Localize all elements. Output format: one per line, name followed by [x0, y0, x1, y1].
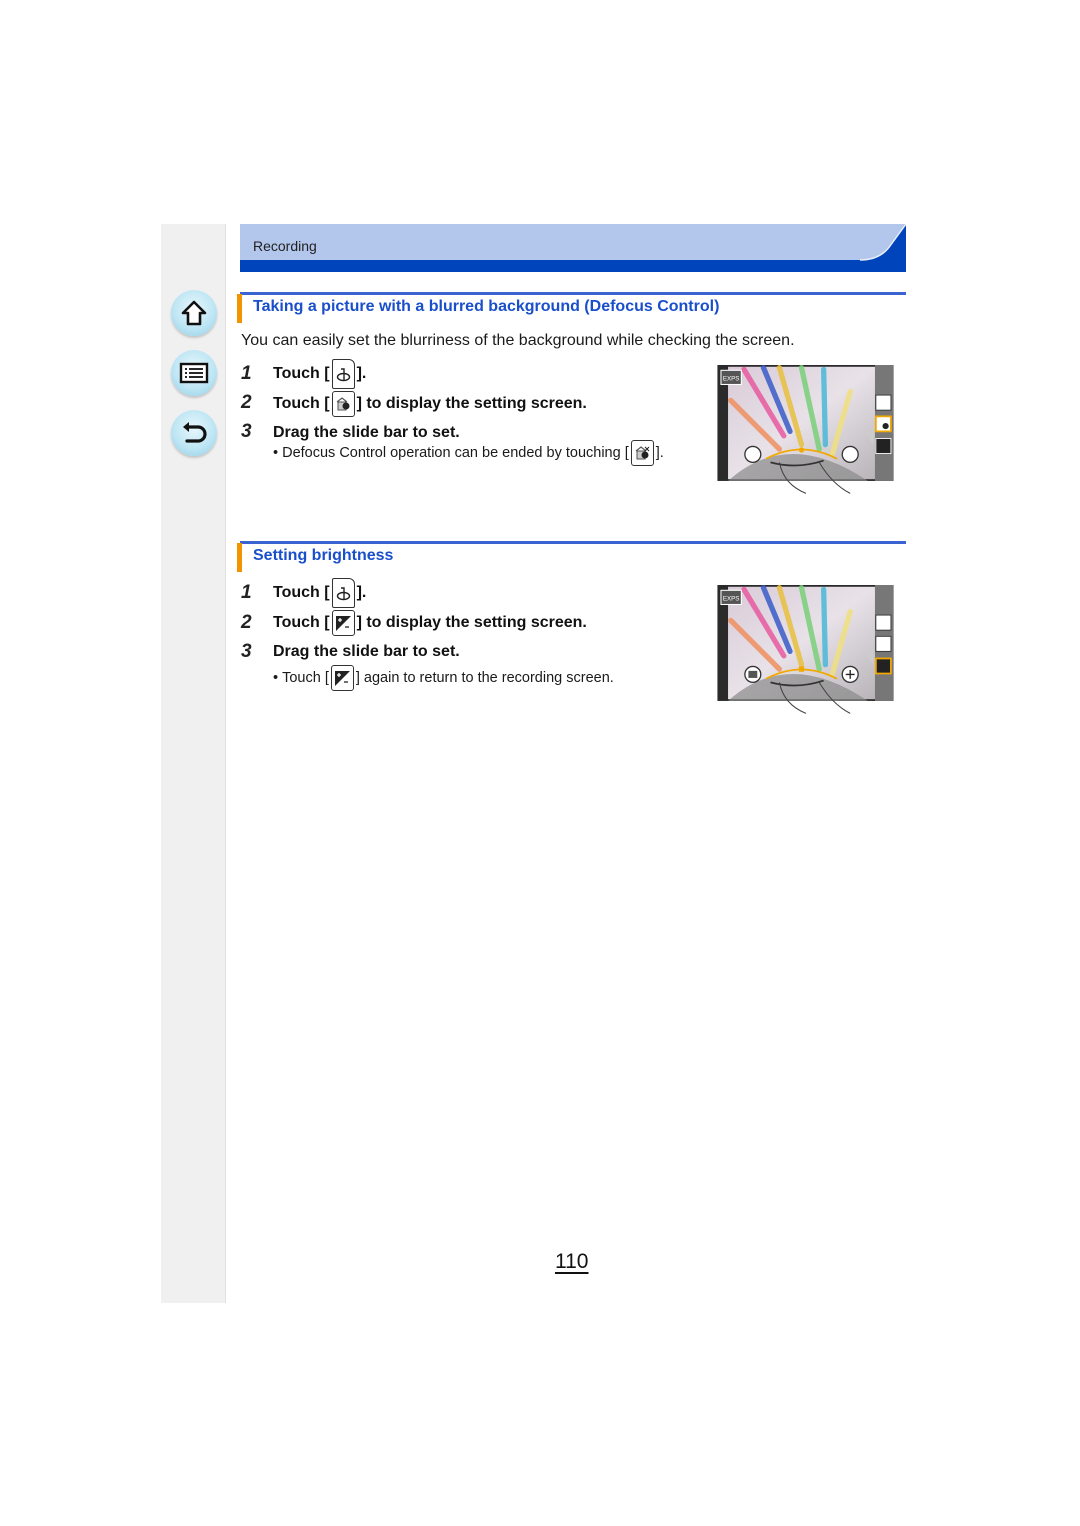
step-1: Touch [ ]. — [273, 578, 366, 608]
filter-icon — [875, 394, 892, 411]
camera-screen-brightness: EXPS — [717, 585, 894, 714]
exposure-compensation-icon — [875, 438, 892, 454]
step-number: 1 — [241, 363, 252, 384]
step-2: Touch [ ] to display the setting screen. — [273, 391, 587, 417]
slider-position — [798, 666, 805, 672]
chapter-header: Recording — [240, 224, 906, 272]
svg-text:EXPS: EXPS — [723, 375, 740, 382]
defocus-mode-icon — [331, 578, 355, 608]
step-number: 1 — [241, 582, 252, 603]
camera-screen-defocus: EXPS — [717, 365, 894, 494]
step-note: • Defocus Control operation can be ended… — [273, 440, 664, 466]
contents-button[interactable] — [171, 350, 217, 396]
step-number: 2 — [241, 612, 252, 633]
page-number: 110 — [555, 1250, 589, 1273]
defocus-mode-icon — [331, 359, 355, 389]
section-title-defocus: Taking a picture with a blurred backgrou… — [253, 298, 720, 315]
less-blur-icon — [744, 445, 762, 464]
filter-icon — [875, 614, 892, 631]
defocus-setting-icon — [630, 440, 654, 466]
section-marker — [237, 294, 242, 323]
return-arrow-icon — [183, 422, 207, 443]
step-2: Touch [ ] to display the setting screen. — [273, 610, 587, 636]
chapter-label: Recording — [253, 238, 317, 254]
section-divider — [240, 541, 906, 544]
section-title-brightness: Setting brightness — [253, 547, 394, 564]
defocus-setting-icon — [331, 391, 355, 417]
section-marker — [237, 543, 242, 572]
svg-text:EXPS: EXPS — [723, 595, 740, 602]
section-divider — [240, 292, 906, 295]
defocus-setting-icon — [874, 415, 892, 433]
sidebar — [161, 224, 226, 1303]
exposure-compensation-icon — [331, 610, 355, 636]
home-button[interactable] — [171, 290, 217, 336]
more-blur-icon — [841, 445, 859, 464]
intro-text: You can easily set the blurriness of the… — [241, 332, 795, 349]
back-button[interactable] — [171, 410, 217, 456]
defocus-setting-icon — [875, 635, 892, 652]
exposure-compensation-icon — [874, 657, 892, 675]
step-number: 3 — [241, 641, 252, 662]
slider-position — [798, 447, 805, 453]
exposure-compensation-icon — [330, 665, 354, 691]
step-number: 3 — [241, 421, 252, 442]
step-number: 2 — [241, 392, 252, 413]
step-1: Touch [ ]. — [273, 359, 366, 389]
list-icon — [179, 362, 209, 384]
step-note: • Touch [ ] again to return to the recor… — [273, 665, 614, 691]
home-icon — [181, 300, 207, 326]
step-3: Drag the slide bar to set. — [273, 643, 460, 660]
